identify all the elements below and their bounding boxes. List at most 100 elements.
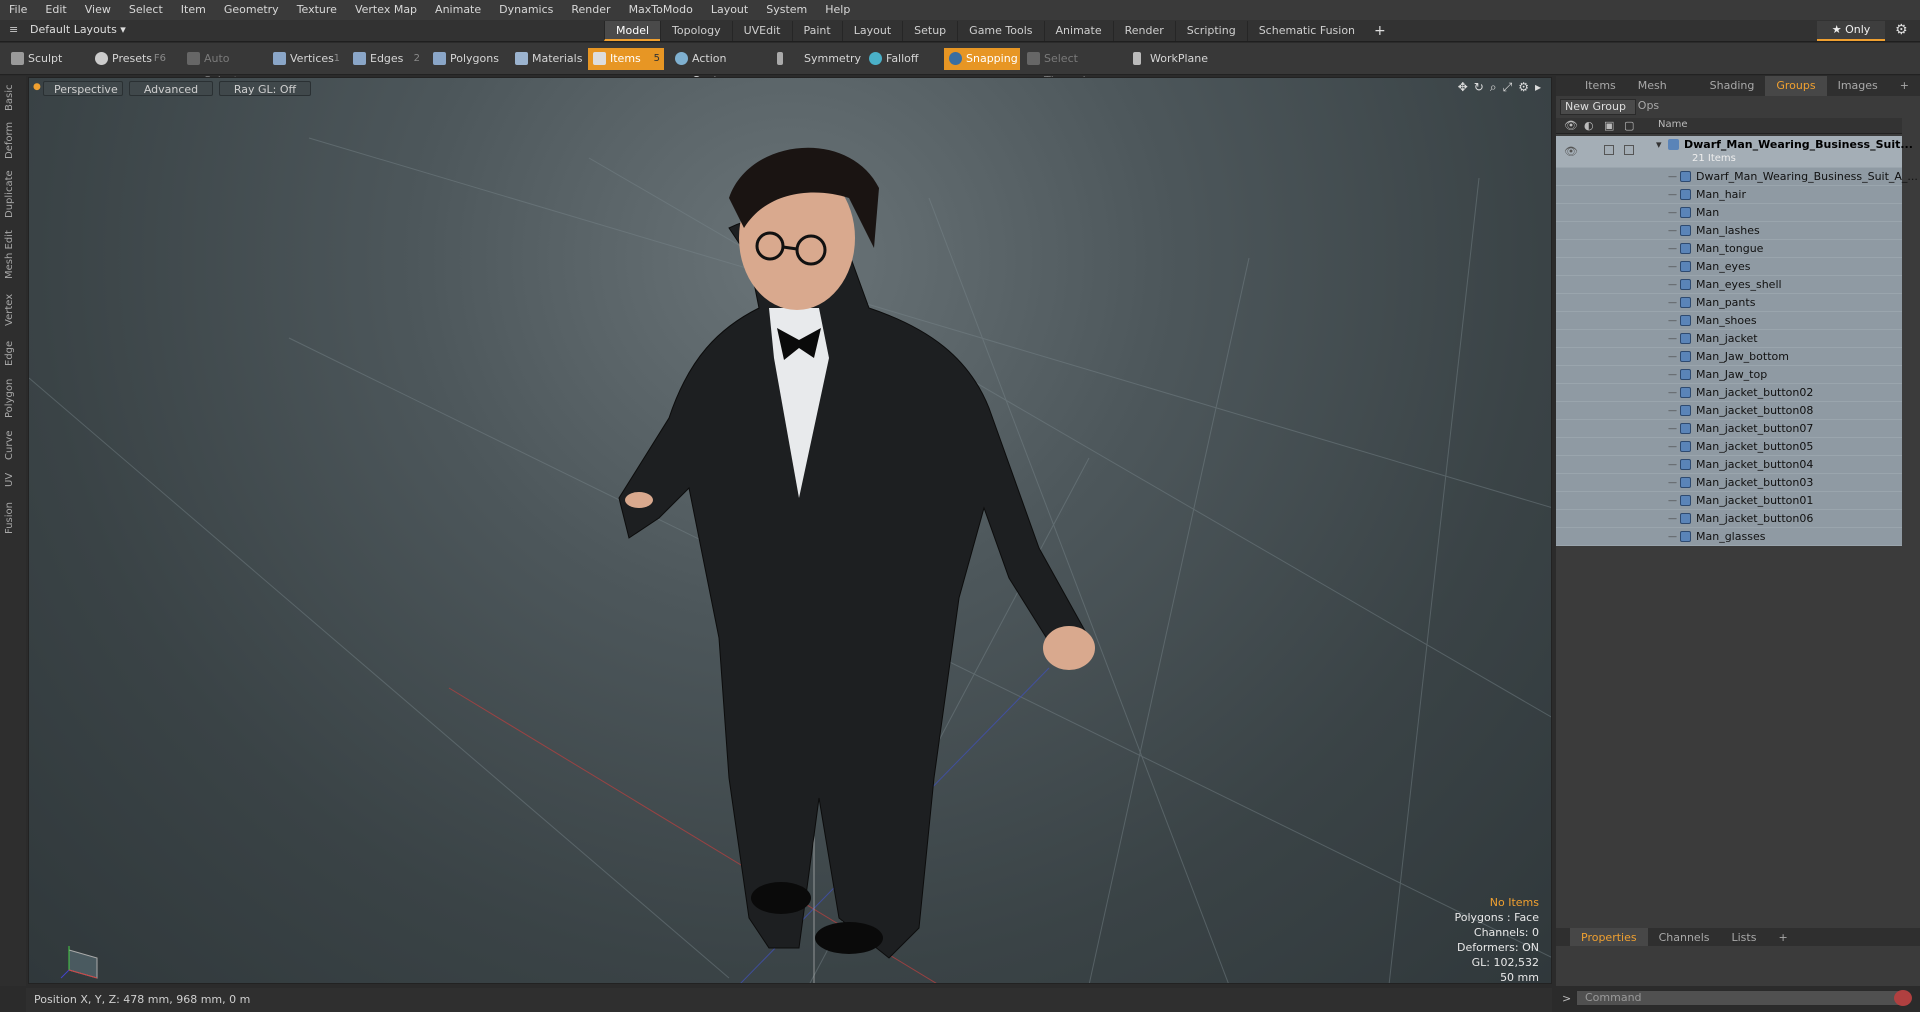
- tab-images[interactable]: Images: [1827, 76, 1889, 96]
- menu-texture[interactable]: Texture: [288, 0, 346, 20]
- shading-dropdown[interactable]: Advanced: [129, 81, 213, 96]
- vtab-mesh-edit[interactable]: Mesh Edit: [4, 228, 22, 282]
- tab-shading[interactable]: Shading: [1699, 76, 1766, 96]
- group-item-row[interactable]: — Man_jacket_button07: [1556, 420, 1902, 438]
- vertices-button[interactable]: Vertices 1: [268, 48, 344, 70]
- group-item-row[interactable]: — Man_jacket_button05: [1556, 438, 1902, 456]
- tab-topology[interactable]: Topology: [660, 21, 732, 41]
- group-item-row[interactable]: — Man_pants: [1556, 294, 1902, 312]
- group-item-row[interactable]: — Man_eyes_shell: [1556, 276, 1902, 294]
- tab-setup[interactable]: Setup: [902, 21, 957, 41]
- group-item-row[interactable]: — Man_jacket_button02: [1556, 384, 1902, 402]
- group-item-row[interactable]: — Man_jacket_button06: [1556, 510, 1902, 528]
- group-item-row[interactable]: — Man_jacket_button08: [1556, 402, 1902, 420]
- layout-selector[interactable]: Default Layouts ▾: [30, 23, 126, 36]
- workplane-button[interactable]: WorkPlane: [1128, 48, 1214, 70]
- tab-render[interactable]: Render: [1112, 21, 1175, 41]
- select-through-button[interactable]: Select Through: [1022, 48, 1118, 87]
- viewport-settings-icon[interactable]: ⚙: [1518, 80, 1529, 95]
- gear-icon[interactable]: ⚙: [1895, 22, 1908, 38]
- menu-help[interactable]: Help: [816, 0, 859, 20]
- group-item-row[interactable]: — Man_Jaw_bottom: [1556, 348, 1902, 366]
- menu-item[interactable]: Item: [172, 0, 215, 20]
- vtab-uv[interactable]: UV: [4, 470, 22, 490]
- tab-animate[interactable]: Animate: [1043, 21, 1113, 41]
- rotate-icon[interactable]: ↻: [1474, 80, 1484, 95]
- zoom-icon[interactable]: ⌕: [1490, 80, 1497, 95]
- group-item-row[interactable]: — Man_jacket_button01: [1556, 492, 1902, 510]
- vtab-curve[interactable]: Curve: [4, 428, 22, 462]
- tab-groups[interactable]: Groups: [1765, 76, 1827, 96]
- vtab-vertex[interactable]: Vertex: [4, 290, 22, 330]
- polygons-button[interactable]: Polygons: [428, 48, 504, 70]
- menu-file[interactable]: File: [0, 0, 36, 20]
- expand-arrow-icon[interactable]: ▾: [1656, 138, 1662, 151]
- group-item-row[interactable]: — Man: [1556, 204, 1902, 222]
- vtab-deform[interactable]: Deform: [4, 120, 22, 160]
- presets-button[interactable]: Presets F6: [90, 48, 170, 70]
- edges-button[interactable]: Edges 2: [348, 48, 424, 70]
- group-item-row[interactable]: — Man_jacket_button03: [1556, 474, 1902, 492]
- group-item-row[interactable]: — Man_lashes: [1556, 222, 1902, 240]
- menu-view[interactable]: View: [76, 0, 120, 20]
- group-item-row[interactable]: — Man_hair: [1556, 186, 1902, 204]
- vtab-basic[interactable]: Basic: [4, 82, 22, 114]
- falloff-button[interactable]: Falloff: [864, 48, 940, 70]
- group-item-row[interactable]: — Man_jacket_button04: [1556, 456, 1902, 474]
- new-group-button[interactable]: New Group: [1560, 99, 1636, 115]
- group-item-row[interactable]: — Man_glasses: [1556, 528, 1902, 546]
- auto-select-button[interactable]: Auto Select: [182, 48, 264, 87]
- tab-scripting[interactable]: Scripting: [1174, 21, 1247, 41]
- menu-vertex-map[interactable]: Vertex Map: [346, 0, 426, 20]
- raygl-toggle[interactable]: Ray GL: Off: [219, 81, 311, 96]
- viewport-menu-icon[interactable]: ●: [33, 82, 41, 92]
- lock-toggle[interactable]: [1604, 145, 1614, 155]
- add-tab-icon[interactable]: +: [1366, 21, 1394, 41]
- group-item-row[interactable]: — Dwarf_Man_Wearing_Business_Suit_A_...: [1556, 168, 1918, 186]
- vtab-duplicate[interactable]: Duplicate: [4, 168, 22, 220]
- 3d-viewport[interactable]: ● Perspective Advanced Ray GL: Off ✥ ↻ ⌕…: [28, 77, 1552, 984]
- add-bottom-tab-icon[interactable]: +: [1767, 928, 1798, 946]
- menu-select[interactable]: Select: [120, 0, 172, 20]
- vtab-polygon[interactable]: Polygon: [4, 376, 22, 420]
- tab-channels[interactable]: Channels: [1648, 928, 1721, 946]
- group-item-row[interactable]: — Man_Jaw_top: [1556, 366, 1902, 384]
- select-toggle[interactable]: [1624, 145, 1634, 155]
- only-button[interactable]: ★ Only: [1817, 21, 1885, 41]
- menu-layout[interactable]: Layout: [702, 0, 757, 20]
- tab-lists[interactable]: Lists: [1721, 928, 1768, 946]
- tab-paint[interactable]: Paint: [791, 21, 842, 41]
- sculpt-button[interactable]: Sculpt: [6, 48, 86, 70]
- collapse-icon[interactable]: ≡: [9, 23, 18, 36]
- menu-edit[interactable]: Edit: [36, 0, 75, 20]
- command-input[interactable]: Command: [1576, 990, 1906, 1006]
- snapping-button[interactable]: Snapping: [944, 48, 1020, 70]
- menu-dynamics[interactable]: Dynamics: [490, 0, 562, 20]
- view-mode-dropdown[interactable]: Perspective: [43, 81, 123, 96]
- group-item-row[interactable]: — Man_jacket: [1556, 330, 1902, 348]
- record-icon[interactable]: [1894, 990, 1912, 1006]
- materials-button[interactable]: Materials: [510, 48, 586, 70]
- vtab-edge[interactable]: Edge: [4, 338, 22, 368]
- visibility-toggle-icon[interactable]: 👁: [1564, 145, 1578, 158]
- expand-arrow-icon[interactable]: ▸: [1535, 80, 1541, 95]
- menu-render[interactable]: Render: [562, 0, 619, 20]
- tab-schematic-fusion[interactable]: Schematic Fusion: [1246, 21, 1366, 41]
- vtab-fusion[interactable]: Fusion: [4, 498, 22, 538]
- tab-items[interactable]: Items: [1574, 76, 1627, 96]
- group-row[interactable]: 👁 ▾ Dwarf_Man_Wearing_Business_Suit... 2…: [1556, 136, 1913, 168]
- tab-model[interactable]: Model: [604, 21, 661, 41]
- items-button[interactable]: Items 5: [588, 48, 664, 70]
- menu-system[interactable]: System: [757, 0, 816, 20]
- pan-icon[interactable]: ✥: [1458, 80, 1468, 95]
- menu-animate[interactable]: Animate: [426, 0, 490, 20]
- tab-properties[interactable]: Properties: [1570, 928, 1648, 946]
- tab-uvedit[interactable]: UVEdit: [731, 21, 792, 41]
- action-center-button[interactable]: Action Center: [670, 48, 766, 87]
- tab-layout[interactable]: Layout: [841, 21, 902, 41]
- group-item-row[interactable]: — Man_shoes: [1556, 312, 1902, 330]
- group-item-row[interactable]: — Man_eyes: [1556, 258, 1902, 276]
- group-item-row[interactable]: — Man_tongue: [1556, 240, 1902, 258]
- add-panel-tab-icon[interactable]: +: [1889, 76, 1920, 96]
- symmetry-button[interactable]: Symmetry: [772, 48, 861, 70]
